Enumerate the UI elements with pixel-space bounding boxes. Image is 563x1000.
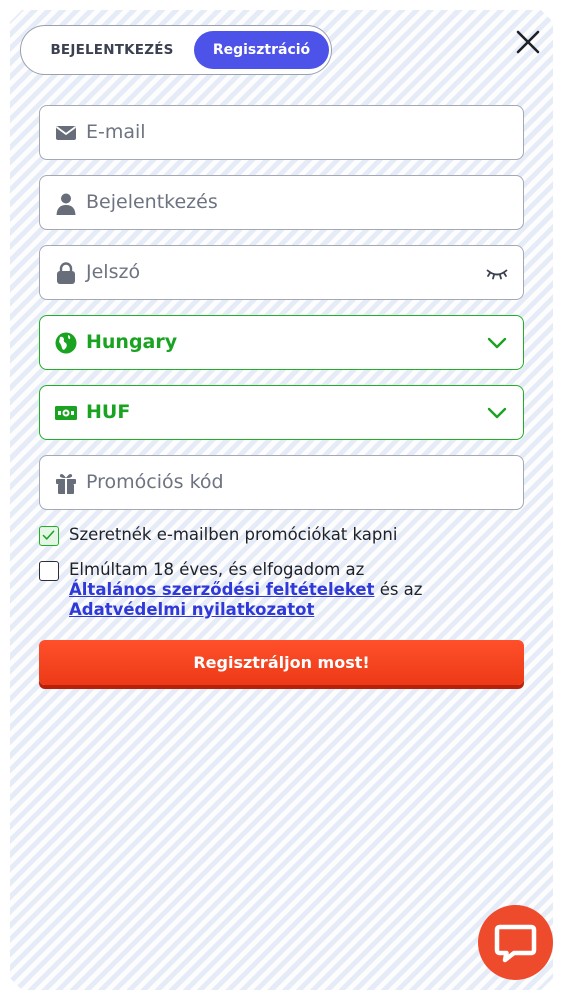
register-submit-button[interactable]: Regisztráljon most! [39,640,524,685]
currency-value: HUF [86,401,131,423]
terms-middle: és az [379,580,423,599]
privacy-link[interactable]: Adatvédelmi nyilatkozatot [69,600,314,619]
username-placeholder: Bejelentkezés [86,191,218,213]
tab-login[interactable]: BEJELENTKEZÉS [27,31,197,69]
currency-select[interactable]: HUF [39,385,524,440]
terms-label: Elmúltam 18 éves, és elfogadom az Általá… [69,560,422,620]
tab-register[interactable]: Regisztráció [194,31,329,69]
checkmark-icon [42,530,55,540]
chat-button[interactable] [478,905,553,980]
terms-checkbox[interactable] [39,561,59,581]
money-icon [55,406,77,420]
envelope-icon [55,126,77,140]
newsletter-label: Szeretnék e-mailben promóciókat kapni [69,525,398,544]
password-placeholder: Jelszó [86,261,141,283]
promo-code-field[interactable]: Promóciós kód [39,455,524,510]
chevron-down-icon [487,337,507,349]
chat-icon [494,924,537,963]
country-select[interactable]: Hungary [39,315,524,370]
email-field[interactable]: E-mail [39,105,524,160]
newsletter-checkbox[interactable] [39,526,59,546]
chevron-down-icon [487,407,507,419]
eye-closed-icon[interactable] [485,261,509,285]
close-button[interactable] [512,26,544,58]
gift-icon [56,474,76,494]
country-value: Hungary [86,331,178,353]
globe-icon [55,332,77,354]
auth-tabs: BEJELENTKEZÉS Regisztráció [20,25,332,75]
terms-prefix: Elmúltam 18 éves, és elfogadom az [69,560,365,579]
promo-placeholder: Promóciós kód [86,471,224,493]
terms-link[interactable]: Általános szerződési feltételeket [69,580,374,599]
lock-icon [57,262,75,284]
close-icon [516,30,540,54]
password-field[interactable]: Jelszó [39,245,524,300]
user-icon [56,193,76,215]
username-field[interactable]: Bejelentkezés [39,175,524,230]
email-placeholder: E-mail [86,121,146,143]
